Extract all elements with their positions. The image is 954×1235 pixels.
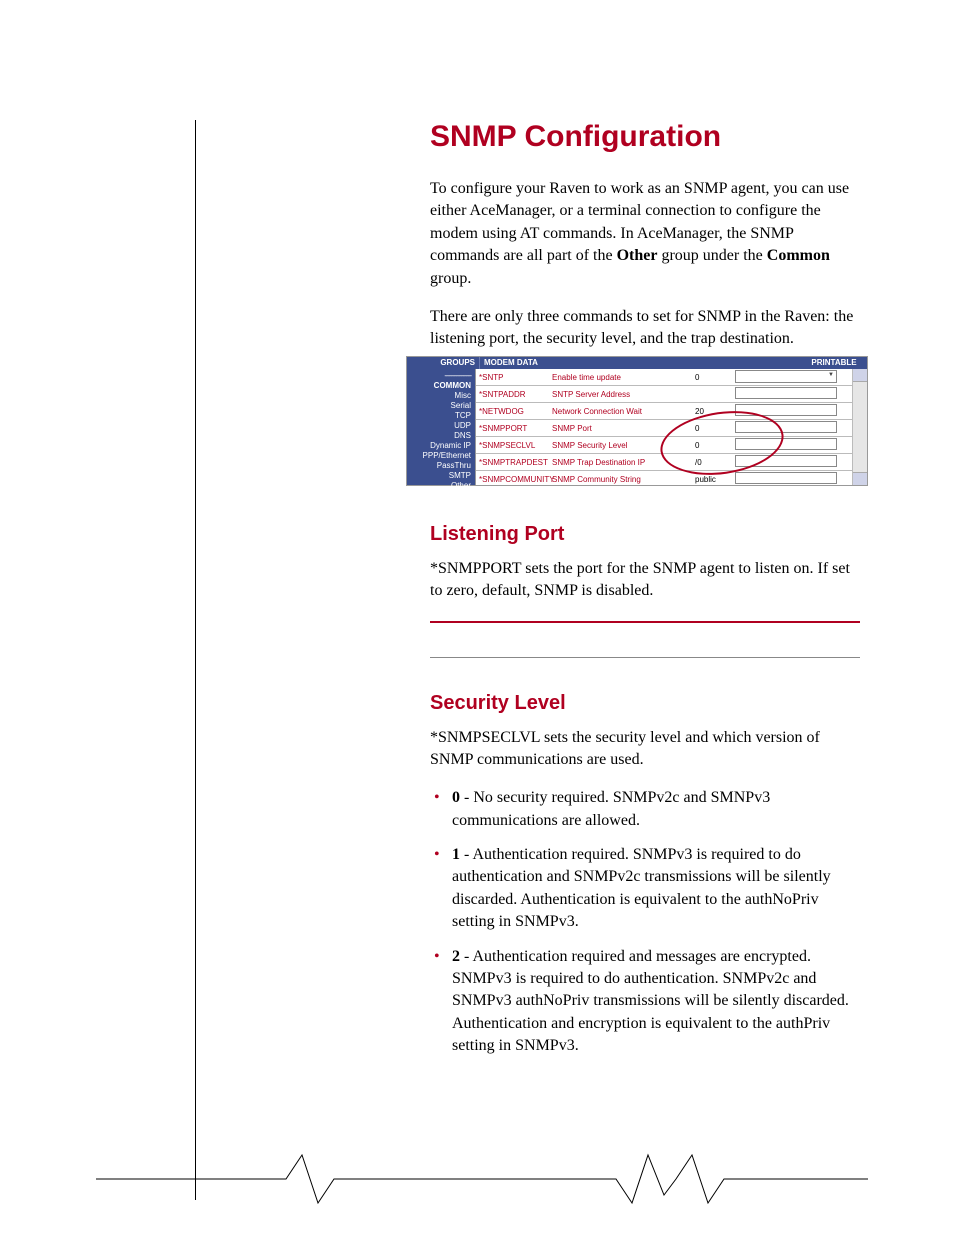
list-item: 2 - Authentication required and messages… <box>430 946 860 1058</box>
text-input[interactable] <box>735 421 837 433</box>
divider-red <box>430 621 860 623</box>
footer-waveform-icon <box>96 1147 868 1211</box>
page-title: SNMP Configuration <box>430 120 860 154</box>
figure-nav: ---------------- COMMON Misc Serial TCP … <box>407 369 475 485</box>
list-text: - Authentication required and messages a… <box>452 948 849 1055</box>
list-num: 0 <box>452 789 460 806</box>
nav-item[interactable]: DNS <box>411 431 471 441</box>
list-num: 2 <box>452 948 460 965</box>
col-groups: GROUPS <box>407 357 480 369</box>
nav-item[interactable]: Misc <box>411 391 471 401</box>
nav-item[interactable]: Dynamic IP <box>411 441 471 451</box>
divider-thin <box>430 657 860 658</box>
table-row: *SNMPTRAPDESTSNMP Trap Destination IP/0 <box>476 454 852 471</box>
text: group under the <box>657 247 766 264</box>
nav-item[interactable]: PassThru <box>411 461 471 471</box>
table-row: *NETWDOGNetwork Connection Wait20 <box>476 403 852 420</box>
margin-rule <box>195 120 196 1200</box>
text-input[interactable] <box>735 472 837 484</box>
table-row: *SNTPEnable time update0 <box>476 369 852 386</box>
printable-view-link[interactable]: PRINTABLE VIEW <box>801 357 867 369</box>
col-modem-data: MODEM DATA <box>480 357 801 369</box>
scrollbar[interactable] <box>852 369 867 485</box>
nav-item[interactable]: TCP <box>411 411 471 421</box>
table-row: *SNMPCOMMUNITYSNMP Community Stringpubli… <box>476 471 852 487</box>
list-text: - Authentication required. SNMPv3 is req… <box>452 846 831 930</box>
figure-header: GROUPS MODEM DATA PRINTABLE VIEW <box>407 357 867 369</box>
list-item: 0 - No security required. SNMPv2c and SM… <box>430 787 860 832</box>
nav-divider: ---------------- <box>411 371 471 381</box>
security-level-paragraph: *SNMPSECLVL sets the security level and … <box>430 727 860 772</box>
list-text: - No security required. SNMPv2c and SMNP… <box>452 789 770 828</box>
list-num: 1 <box>452 846 460 863</box>
text-input[interactable] <box>735 387 837 399</box>
nav-item[interactable]: UDP <box>411 421 471 431</box>
text-input[interactable] <box>735 404 837 416</box>
listening-port-paragraph: *SNMPPORT sets the port for the SNMP age… <box>430 558 860 603</box>
intro-paragraph-1: To configure your Raven to work as an SN… <box>430 178 860 290</box>
figure-grid: *SNTPEnable time update0 *SNTPADDRSNTP S… <box>475 369 852 485</box>
select-input[interactable] <box>735 370 837 383</box>
bold-common: Common <box>767 247 830 264</box>
main-content: SNMP Configuration To configure your Rav… <box>430 120 860 1070</box>
nav-item[interactable]: SMTP <box>411 471 471 481</box>
list-item: 1 - Authentication required. SNMPv3 is r… <box>430 844 860 934</box>
bold-other: Other <box>617 247 658 264</box>
table-row: *SNMPSECLVLSNMP Security Level0 <box>476 437 852 454</box>
text: group. <box>430 270 471 287</box>
section-heading-security-level: Security Level <box>430 692 860 715</box>
nav-common: COMMON <box>411 381 471 391</box>
section-heading-listening-port: Listening Port <box>430 523 860 546</box>
table-row: *SNMPPORTSNMP Port0 <box>476 420 852 437</box>
text-input[interactable] <box>735 438 837 450</box>
acemanager-screenshot: GROUPS MODEM DATA PRINTABLE VIEW -------… <box>406 356 868 486</box>
intro-paragraph-2: There are only three commands to set for… <box>430 306 860 351</box>
table-row: *SNTPADDRSNTP Server Address <box>476 386 852 403</box>
nav-item[interactable]: Other <box>411 481 471 491</box>
security-level-list: 0 - No security required. SNMPv2c and SM… <box>430 787 860 1057</box>
nav-item[interactable]: PPP/Ethernet <box>411 451 471 461</box>
text-input[interactable] <box>735 455 837 467</box>
nav-item[interactable]: Friends <box>411 491 471 501</box>
page: SNMP Configuration To configure your Rav… <box>0 0 954 1235</box>
figure-body: ---------------- COMMON Misc Serial TCP … <box>407 369 867 485</box>
nav-item[interactable]: Serial <box>411 401 471 411</box>
